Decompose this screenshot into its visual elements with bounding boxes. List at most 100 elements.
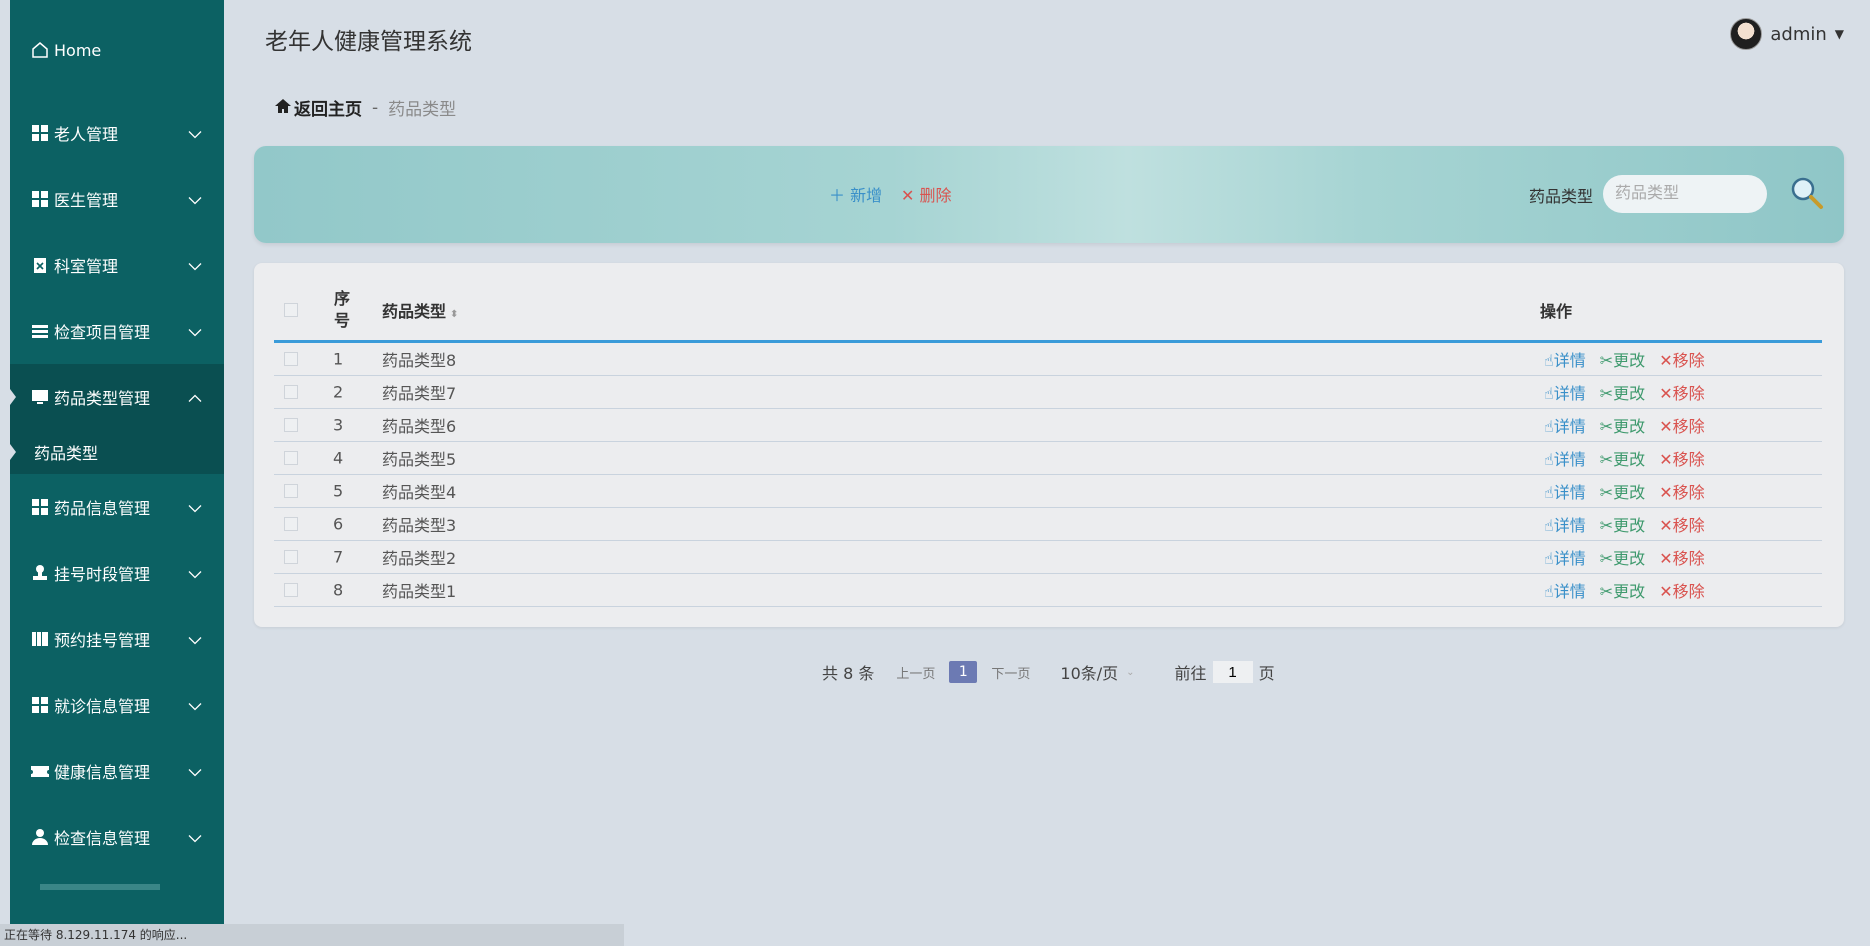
sidebar-item-home[interactable]: Home <box>10 0 224 100</box>
sidebar-item-label: 检查项目管理 <box>54 323 151 342</box>
detail-label: 详情 <box>1553 549 1586 568</box>
detail-label: 详情 <box>1553 351 1586 370</box>
edit-button[interactable]: ✂更改 <box>1600 545 1645 569</box>
sidebar-item-drug-info[interactable]: 药品信息管理 <box>10 474 224 540</box>
search-label: 药品类型 <box>1529 187 1594 206</box>
row-index: 8 <box>333 580 344 600</box>
sidebar-item-label: 健康信息管理 <box>54 763 151 782</box>
detail-button[interactable]: ☝详情 <box>1544 446 1586 470</box>
edit-button[interactable]: ✂更改 <box>1600 479 1645 503</box>
remove-button[interactable]: ✕移除 <box>1659 380 1704 404</box>
wrench-icon: ✂ <box>1599 351 1614 370</box>
sidebar-item-exam-info[interactable]: 检查信息管理 <box>10 804 224 870</box>
add-button[interactable]: ＋ 新增 <box>829 182 882 206</box>
stamp-icon <box>30 563 50 583</box>
detail-button[interactable]: ☝详情 <box>1544 479 1586 503</box>
wrench-icon: ✂ <box>1599 549 1614 568</box>
remove-button[interactable]: ✕移除 <box>1659 446 1704 470</box>
sidebar-item-visit-info[interactable]: 就诊信息管理 <box>10 672 224 738</box>
user-menu[interactable]: admin ▼ <box>1730 18 1844 50</box>
detail-button[interactable]: ☝详情 <box>1544 512 1586 536</box>
sidebar-item-exam-items[interactable]: 检查项目管理 <box>10 298 224 364</box>
row-actions: ☝详情 ✂更改 ✕移除 <box>1544 446 1705 470</box>
prev-page-button[interactable]: 上一页 <box>896 663 935 682</box>
row-checkbox[interactable] <box>284 352 298 366</box>
row-index: 4 <box>333 448 344 468</box>
row-checkbox[interactable] <box>284 517 298 531</box>
sort-icon[interactable]: ⬍ <box>450 309 458 320</box>
select-all-checkbox[interactable] <box>284 302 298 317</box>
row-checkbox[interactable] <box>284 484 298 498</box>
detail-button[interactable]: ☝详情 <box>1544 545 1586 569</box>
close-icon: ✕ <box>1659 351 1673 370</box>
remove-label: 移除 <box>1672 450 1705 469</box>
edit-label: 更改 <box>1613 384 1646 403</box>
detail-button[interactable]: ☝详情 <box>1544 578 1586 602</box>
next-page-button[interactable]: 下一页 <box>991 663 1030 682</box>
sidebar-item-department[interactable]: 科室管理 <box>10 232 224 298</box>
row-checkbox[interactable] <box>284 385 298 399</box>
remove-button[interactable]: ✕移除 <box>1659 578 1704 602</box>
search-input[interactable] <box>1603 175 1767 213</box>
sidebar-item-drug-type-mgmt[interactable]: 药品类型管理 <box>10 364 224 430</box>
row-index: 6 <box>333 514 344 534</box>
remove-button[interactable]: ✕移除 <box>1659 347 1704 371</box>
detail-button[interactable]: ☝详情 <box>1544 413 1586 437</box>
page-size-select[interactable]: 10条/页 ⌄ <box>1060 660 1134 684</box>
wrench-icon: ✂ <box>1599 582 1614 601</box>
detail-button[interactable]: ☝详情 <box>1544 347 1586 371</box>
row-checkbox[interactable] <box>284 583 298 597</box>
edit-button[interactable]: ✂更改 <box>1600 347 1645 371</box>
edit-button[interactable]: ✂更改 <box>1600 512 1645 536</box>
edit-label: 更改 <box>1613 582 1646 601</box>
row-index: 3 <box>333 415 344 435</box>
row-checkbox[interactable] <box>284 418 298 432</box>
header-name[interactable]: 药品类型 ⬍ <box>382 298 458 322</box>
chevron-down-icon <box>188 124 202 143</box>
hand-pointer-icon: ☝ <box>1544 450 1554 469</box>
row-actions: ☝详情 ✂更改 ✕移除 <box>1544 479 1705 503</box>
book-icon <box>30 629 50 649</box>
remove-button[interactable]: ✕移除 <box>1659 512 1704 536</box>
sidebar-item-appointment[interactable]: 预约挂号管理 <box>10 606 224 672</box>
edit-label: 更改 <box>1613 351 1646 370</box>
sidebar: Home 老人管理 医生管理 科室管理 检查项目管理 药品类型管理 药品类型 药… <box>10 0 224 926</box>
edit-button[interactable]: ✂更改 <box>1600 380 1645 404</box>
sidebar-item-time-slot[interactable]: 挂号时段管理 <box>10 540 224 606</box>
grid-icon <box>30 189 50 209</box>
goto-suffix: 页 <box>1258 664 1275 683</box>
detail-label: 详情 <box>1553 384 1586 403</box>
page-size-value: 10条/页 <box>1060 664 1119 683</box>
remove-label: 移除 <box>1672 483 1705 502</box>
detail-button[interactable]: ☝详情 <box>1544 380 1586 404</box>
breadcrumb-home-label: 返回主页 <box>294 100 362 120</box>
remove-button[interactable]: ✕移除 <box>1659 413 1704 437</box>
hand-pointer-icon: ☝ <box>1544 516 1554 535</box>
close-icon: ✕ <box>1659 582 1673 601</box>
row-checkbox[interactable] <box>284 550 298 564</box>
row-name: 药品类型7 <box>382 384 457 403</box>
row-name: 药品类型1 <box>382 582 457 601</box>
goto-page-input[interactable] <box>1212 661 1253 683</box>
row-checkbox[interactable] <box>284 451 298 465</box>
search-icon[interactable] <box>1790 176 1824 210</box>
sidebar-item-doctor[interactable]: 医生管理 <box>10 166 224 232</box>
remove-button[interactable]: ✕移除 <box>1659 545 1704 569</box>
sidebar-item-health-info[interactable]: 健康信息管理 <box>10 738 224 804</box>
chevron-down-icon <box>188 828 202 847</box>
remove-button[interactable]: ✕移除 <box>1659 479 1704 503</box>
row-index: 2 <box>333 382 344 402</box>
sidebar-subitem-drug-type[interactable]: 药品类型 <box>10 430 224 474</box>
delete-button[interactable]: ✕ 删除 <box>901 182 952 206</box>
breadcrumb-home[interactable]: 返回主页 <box>275 95 362 120</box>
edit-button[interactable]: ✂更改 <box>1600 578 1645 602</box>
page-number-current[interactable]: 1 <box>949 661 978 683</box>
sidebar-item-elderly[interactable]: 老人管理 <box>10 100 224 166</box>
table-card: 序号 药品类型 ⬍ 操作 1 药品类型8 ☝详情 ✂更改 ✕移除 2 药品类型7 … <box>254 263 1844 627</box>
sidebar-item-label: 检查信息管理 <box>54 829 151 848</box>
row-actions: ☝详情 ✂更改 ✕移除 <box>1544 413 1705 437</box>
edit-button[interactable]: ✂更改 <box>1600 446 1645 470</box>
sidebar-item-label: Home <box>54 40 102 60</box>
edit-button[interactable]: ✂更改 <box>1600 413 1645 437</box>
goto-prefix: 前往 <box>1174 664 1207 683</box>
